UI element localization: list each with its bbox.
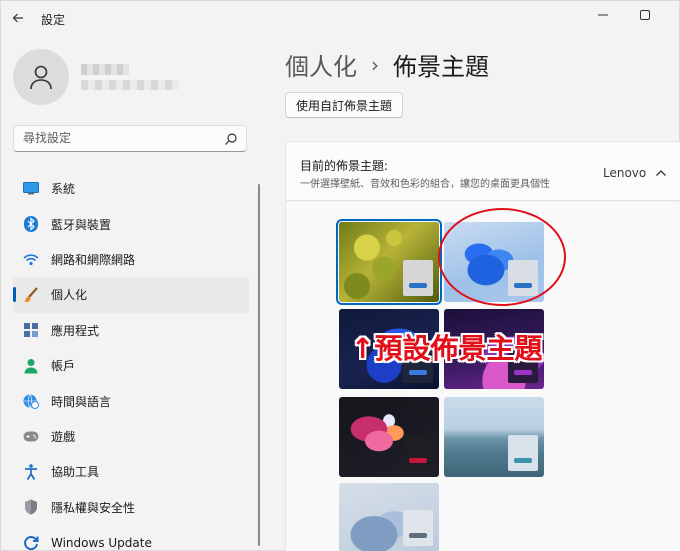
annotation-label: ↑預設佈景主題 [351, 332, 543, 365]
user-name-redacted [81, 64, 129, 75]
sidebar-item-bluetooth[interactable]: 藍牙與裝置 [13, 206, 249, 241]
maximize-icon [640, 10, 650, 20]
page-title: 佈景主題 [393, 53, 489, 81]
minimize-button[interactable] [589, 5, 617, 25]
sidebar-item-label: 時間與語言 [51, 394, 112, 409]
gamepad-icon [23, 428, 39, 444]
sidebar-nav: 系統 藍牙與裝置 網路和網際網路 個人化 應用程式 帳戶 時間與語言 遊戲 協助… [13, 171, 249, 551]
sidebar-item-network[interactable]: 網路和網際網路 [13, 242, 249, 277]
sidebar-item-label: 個人化 [51, 288, 88, 303]
sidebar-item-label: 隱私權與安全性 [51, 500, 136, 515]
sidebar-item-label: Windows Update [51, 535, 152, 550]
breadcrumb-separator: › [371, 52, 379, 77]
sidebar-item-label: 網路和網際網路 [51, 252, 136, 267]
sidebar-item-personalization[interactable]: 個人化 [13, 277, 249, 313]
windows-update-icon [23, 535, 39, 551]
chevron-up-icon[interactable] [655, 168, 667, 178]
theme-preview-window [403, 435, 433, 471]
account-person-icon [23, 358, 39, 374]
sidebar-item-label: 遊戲 [51, 429, 76, 444]
settings-window: 設定 系統 藍牙與裝置 [0, 0, 680, 551]
theme-preview-window [403, 260, 433, 296]
sidebar-item-label: 應用程式 [51, 323, 100, 338]
theme-accent-bar [409, 370, 427, 375]
theme-accent-bar [514, 458, 532, 463]
sidebar-scrollbar[interactable] [258, 184, 260, 546]
accessibility-icon [23, 464, 39, 480]
theme-tile-sunrise[interactable] [339, 483, 439, 551]
sidebar-item-system[interactable]: 系統 [13, 171, 249, 206]
search-box[interactable] [13, 125, 247, 152]
theme-accent-bar [409, 458, 427, 463]
search-input[interactable] [23, 131, 213, 145]
breadcrumb: 個人化 › 佈景主題 [285, 47, 489, 82]
sidebar-item-label: 帳戶 [51, 359, 76, 374]
avatar[interactable] [13, 49, 69, 105]
sidebar-item-time-language[interactable]: 時間與語言 [13, 383, 249, 418]
wifi-icon [23, 251, 39, 267]
current-theme-value: Lenovo [603, 166, 647, 180]
theme-accent-bar [409, 283, 427, 288]
apps-grid-icon [23, 322, 39, 338]
theme-preview-window [508, 435, 538, 471]
sidebar-item-label: 藍牙與裝置 [51, 217, 112, 232]
breadcrumb-parent[interactable]: 個人化 [285, 47, 357, 82]
window-title: 設定 [41, 13, 66, 27]
search-icon[interactable] [224, 132, 238, 146]
active-indicator [13, 287, 16, 303]
sidebar-item-accessibility[interactable]: 協助工具 [13, 454, 249, 489]
system-monitor-icon [23, 181, 39, 197]
sidebar-item-label: 系統 [51, 182, 76, 197]
globe-clock-icon [23, 393, 39, 410]
theme-tile-flow[interactable] [444, 397, 544, 477]
title-bar: 設定 [1, 1, 680, 37]
theme-preview-window [403, 510, 433, 546]
sidebar-item-gaming[interactable]: 遊戲 [13, 419, 249, 454]
back-arrow-icon [12, 13, 23, 23]
bluetooth-icon [23, 216, 39, 233]
sidebar-item-apps[interactable]: 應用程式 [13, 313, 249, 348]
user-icon [30, 65, 52, 90]
sidebar-item-privacy-security[interactable]: 隱私權與安全性 [13, 490, 249, 525]
current-theme-card[interactable]: 目前的佈景主題: 一併選擇壁紙、音效和色彩的組合，讓您的桌面更具個性 Lenov… [285, 141, 680, 201]
user-email-redacted [81, 80, 179, 90]
annotation-circle [438, 208, 566, 306]
theme-accent-bar [409, 533, 427, 538]
theme-accent-bar [514, 370, 532, 375]
current-theme-description: 一併選擇壁紙、音效和色彩的組合，讓您的桌面更具個性 [300, 179, 550, 190]
minimize-icon [598, 14, 608, 16]
sidebar-item-accounts[interactable]: 帳戶 [13, 348, 249, 383]
maximize-button[interactable] [631, 5, 659, 25]
theme-tile-lenovo[interactable] [336, 219, 442, 305]
sidebar-item-windows-update[interactable]: Windows Update [13, 525, 249, 551]
sidebar-item-label: 協助工具 [51, 465, 100, 480]
paintbrush-icon [23, 287, 39, 303]
theme-tile-captured-motion[interactable] [339, 397, 439, 477]
back-button[interactable] [7, 7, 29, 29]
use-custom-theme-button[interactable]: 使用自訂佈景主題 [285, 92, 403, 118]
shield-icon [23, 499, 39, 515]
current-theme-title: 目前的佈景主題: [300, 159, 389, 173]
